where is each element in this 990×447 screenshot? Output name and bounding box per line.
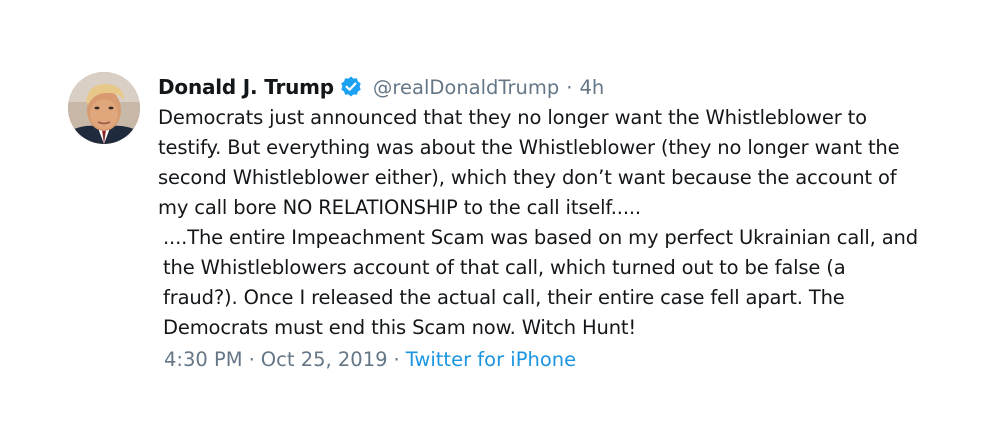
header-separator: · [566, 75, 573, 99]
tweet-header: Donald J. Trump @realDonaldTrump · 4h [158, 72, 604, 102]
avatar[interactable] [68, 72, 140, 144]
author-handle[interactable]: @realDonaldTrump [373, 76, 559, 99]
tweet-footer: 4:30 PM · Oct 25, 2019 · Twitter for iPh… [164, 344, 576, 374]
avatar-image [68, 72, 140, 144]
author-name[interactable]: Donald J. Trump [158, 75, 334, 99]
tweet-paragraph-2: ....The entire Impeachment Scam was base… [163, 226, 918, 339]
source-link[interactable]: Twitter for iPhone [406, 348, 576, 371]
tweet-paragraph-1: Democrats just announced that they no lo… [158, 106, 900, 219]
footer-separator-2: · [393, 347, 400, 371]
footer-separator-1: · [248, 347, 255, 371]
tweet-text: Democrats just announced that they no lo… [158, 103, 958, 343]
verified-badge-icon [339, 75, 363, 99]
relative-time[interactable]: 4h [579, 76, 604, 99]
footer-time[interactable]: 4:30 PM [164, 348, 243, 371]
footer-date[interactable]: Oct 25, 2019 [261, 348, 388, 371]
tweet-card: Donald J. Trump @realDonaldTrump · 4h De… [0, 0, 990, 447]
